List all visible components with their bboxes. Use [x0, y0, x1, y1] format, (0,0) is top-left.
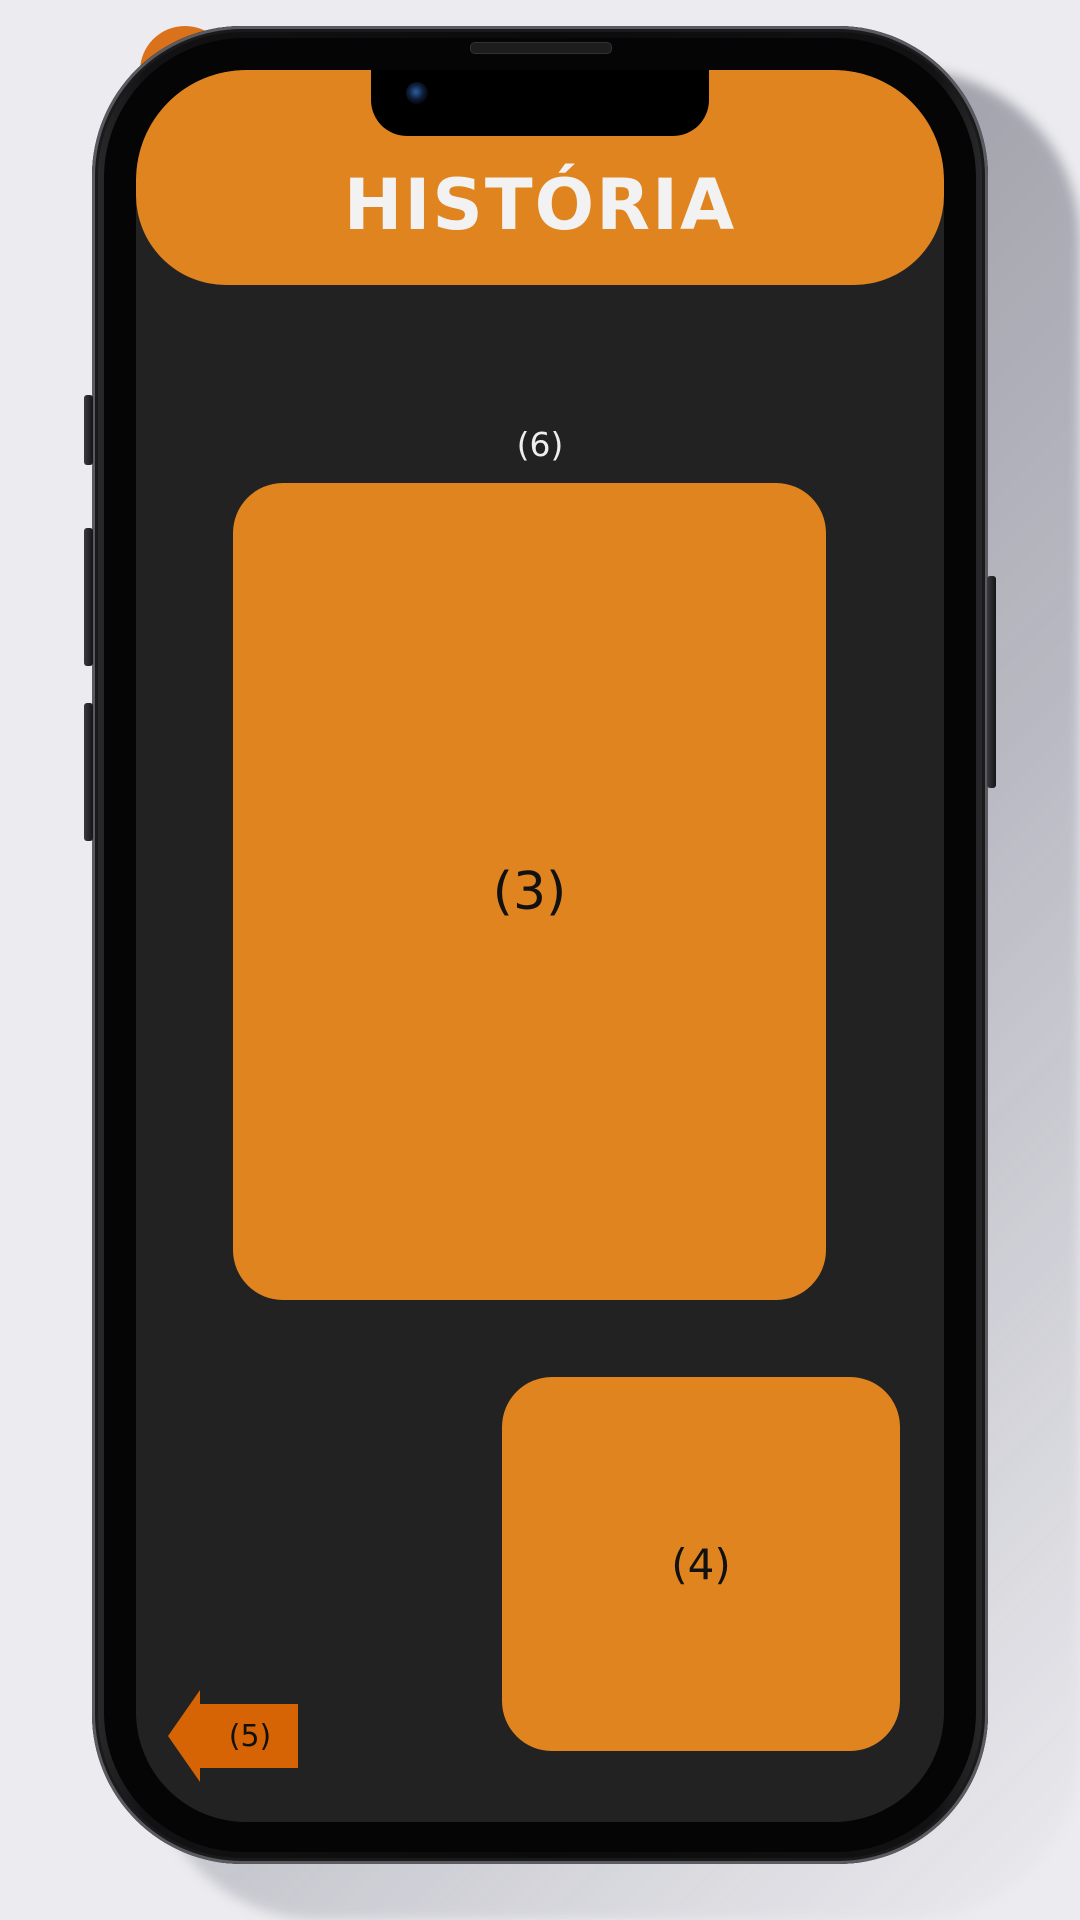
secondary-action-card-label: (4)	[671, 1539, 731, 1589]
main-content-card-label: (3)	[492, 861, 567, 922]
page-title: HISTÓRIA	[343, 164, 737, 246]
power-button	[987, 576, 996, 788]
back-button-label: (5)	[228, 1718, 272, 1754]
volume-up-button	[84, 528, 93, 666]
display-notch	[371, 70, 709, 136]
earpiece-speaker	[470, 42, 612, 54]
front-camera	[406, 82, 428, 104]
secondary-action-card[interactable]: (4)	[502, 1377, 900, 1751]
back-button[interactable]: (5)	[168, 1690, 298, 1782]
section-label: (6)	[516, 425, 564, 464]
stage: HISTÓRIA (6) (3) (4) (5)	[0, 0, 1080, 1920]
volume-down-button	[84, 703, 93, 841]
main-content-card[interactable]: (3)	[233, 483, 826, 1300]
